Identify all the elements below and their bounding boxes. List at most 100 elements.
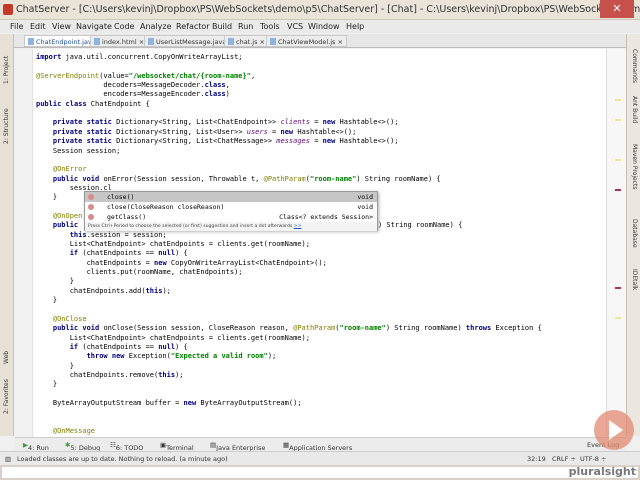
code-line: chatEndpoints.add(this); bbox=[36, 286, 171, 295]
window-bottom-border bbox=[0, 465, 640, 480]
code-completion-popup: close() void close(CloseReason closeReaso… bbox=[84, 191, 378, 231]
code-line: Session session; bbox=[36, 146, 121, 155]
code-line: } bbox=[36, 193, 58, 202]
menu-vcs[interactable]: VCS bbox=[287, 22, 303, 31]
code-line: private static Dictionary<String, List<U… bbox=[52, 127, 357, 136]
tool-maven-projects[interactable]: Maven Projects bbox=[631, 144, 638, 189]
code-line: chatEndpoints.remove(this); bbox=[36, 370, 184, 379]
completion-type: void bbox=[357, 193, 373, 201]
method-icon bbox=[88, 214, 94, 220]
completion-item[interactable]: close() void bbox=[85, 192, 377, 202]
tool-web[interactable]: Web bbox=[3, 351, 10, 364]
code-line: chatEndpoints = new CopyOnWriteArrayList… bbox=[36, 258, 327, 267]
menu-file[interactable]: File bbox=[10, 22, 23, 31]
pluralsight-play-logo bbox=[594, 410, 634, 450]
menu-run[interactable]: Run bbox=[238, 22, 253, 31]
menu-navigate[interactable]: Navigate bbox=[76, 22, 112, 31]
completion-name: close(CloseReason closeReason) bbox=[107, 203, 225, 211]
run-tool-button[interactable]: ▶ 4: Run bbox=[23, 441, 49, 452]
menu-analyze[interactable]: Analyze bbox=[140, 22, 172, 31]
tool-commands[interactable]: Commands bbox=[631, 49, 638, 83]
tool-ant-build[interactable]: Ant Build bbox=[631, 96, 638, 123]
title-bar: ChatServer - [C:\Users\kevinj\Dropbox\PS… bbox=[0, 0, 640, 20]
warning-marker[interactable] bbox=[615, 99, 621, 101]
menu-refactor[interactable]: Refactor bbox=[176, 22, 210, 31]
menu-tools[interactable]: Tools bbox=[260, 22, 280, 31]
error-marker[interactable] bbox=[615, 189, 621, 191]
menu-view[interactable]: View bbox=[52, 22, 71, 31]
code-line: throw new Exception("Expected a valid ro… bbox=[86, 352, 277, 361]
code-line: public class ChatEndpoint { bbox=[36, 99, 150, 108]
code-line: clients.put(roomName, chatEndpoints); bbox=[36, 268, 243, 277]
warning-marker[interactable] bbox=[615, 317, 621, 319]
js-file-icon bbox=[228, 38, 234, 45]
code-line: private static Dictionary<String, List<C… bbox=[52, 118, 399, 127]
app-icon bbox=[3, 4, 13, 15]
left-tool-strip: 1: Project 2: Structure Web 2: Favorites bbox=[0, 34, 14, 436]
code-line: public void onError(Session session, Thr… bbox=[52, 174, 441, 183]
todo-tool-button[interactable]: ☷ 6: TODO bbox=[110, 441, 143, 452]
tool-structure[interactable]: 2: Structure bbox=[3, 108, 10, 144]
editor-gutter bbox=[15, 49, 33, 437]
code-line: ByteArrayOutputStream buffer = new ByteA… bbox=[36, 398, 302, 407]
close-button[interactable]: ✕ bbox=[600, 0, 634, 18]
html-file-icon bbox=[94, 38, 100, 45]
pluralsight-watermark: pluralsight bbox=[568, 465, 636, 478]
tab-label: ChatViewModel.js bbox=[278, 38, 336, 46]
completion-item[interactable]: getClass() Class<? extends Session> bbox=[85, 212, 377, 222]
tab-chat-js[interactable]: chat.js × bbox=[224, 35, 269, 47]
completion-type: Class<? extends Session> bbox=[279, 213, 373, 221]
application-servers-tool-button[interactable]: ▦ Application Servers bbox=[283, 441, 352, 452]
java-enterprise-tool-button[interactable]: ▤ Java Enterprise bbox=[210, 441, 265, 452]
code-line: decoders=MessageDecoder.class, bbox=[36, 81, 230, 90]
tool-project[interactable]: 1: Project bbox=[3, 56, 10, 84]
code-line: @OnError bbox=[52, 165, 87, 174]
code-line: @ServerEndpoint(value="/websocket/chat/{… bbox=[36, 71, 256, 80]
menu-window[interactable]: Window bbox=[308, 22, 340, 31]
tool-database[interactable]: Database bbox=[631, 219, 638, 248]
completion-type: void bbox=[357, 203, 373, 211]
window-title: ChatServer - [C:\Users\kevinj\Dropbox\PS… bbox=[16, 4, 640, 15]
caret-position[interactable]: 32:19 bbox=[527, 455, 546, 463]
tool-idetalk[interactable]: IDEtalk bbox=[631, 269, 638, 290]
method-icon bbox=[88, 194, 94, 200]
terminal-tool-button[interactable]: ▣ Terminal bbox=[160, 441, 194, 452]
code-line: } bbox=[36, 277, 74, 286]
hint-link[interactable]: >> bbox=[294, 224, 302, 229]
code-editor[interactable]: import java.util.concurrent.CopyOnWriteA… bbox=[33, 49, 606, 437]
method-icon bbox=[88, 204, 94, 210]
menu-build[interactable]: Build bbox=[212, 22, 232, 31]
debug-tool-button[interactable]: ✱ 5: Debug bbox=[65, 441, 100, 452]
code-line: if (chatEndpoints == null) { bbox=[69, 342, 188, 351]
right-tool-strip: Commands Ant Build Maven Projects Databa… bbox=[626, 34, 640, 436]
code-line: public void onClose(Session session, Clo… bbox=[52, 324, 542, 333]
code-line: public bbox=[52, 221, 79, 230]
code-line: @OnMessage bbox=[52, 427, 96, 435]
warning-marker[interactable] bbox=[615, 159, 621, 161]
code-line: List<ChatEndpoint> chatEndpoints = clien… bbox=[36, 240, 310, 248]
code-line: } bbox=[36, 296, 58, 305]
tab-label: chat.js bbox=[236, 38, 258, 46]
completion-item[interactable]: close(CloseReason closeReason) void bbox=[85, 202, 377, 212]
tab-label: index.html bbox=[102, 38, 137, 46]
code-line: List<ChatEndpoint> chatEndpoints = clien… bbox=[36, 333, 310, 342]
menu-help[interactable]: Help bbox=[346, 22, 364, 31]
tool-window-bar: ▶ 4: Run ✱ 5: Debug ☷ 6: TODO ▣ Terminal… bbox=[15, 437, 626, 452]
menu-edit[interactable]: Edit bbox=[30, 22, 46, 31]
line-separator[interactable]: CRLF ÷ bbox=[552, 455, 576, 463]
tab-chatviewmodel[interactable]: ChatViewModel.js × bbox=[266, 35, 347, 47]
code-line: @OnOpen bbox=[52, 211, 83, 220]
status-icon: ▥ bbox=[5, 455, 12, 463]
menu-code[interactable]: Code bbox=[114, 22, 134, 31]
tool-favorites[interactable]: 2: Favorites bbox=[3, 379, 10, 414]
error-marker[interactable] bbox=[615, 287, 621, 289]
hint-text: Press Ctrl+Period to choose the selected… bbox=[88, 224, 293, 229]
tab-label: ChatEndpoint.java bbox=[36, 38, 96, 46]
java-file-icon bbox=[28, 38, 34, 45]
editor-scrollbar[interactable] bbox=[606, 49, 626, 437]
warning-marker[interactable] bbox=[615, 119, 621, 121]
tab-index-html[interactable]: index.html × bbox=[90, 35, 149, 47]
encoding[interactable]: UTF-8 ÷ bbox=[580, 455, 606, 463]
minimize-button[interactable]: – bbox=[580, 2, 594, 16]
menu-bar: File Edit View Navigate Code Analyze Ref… bbox=[0, 20, 640, 33]
